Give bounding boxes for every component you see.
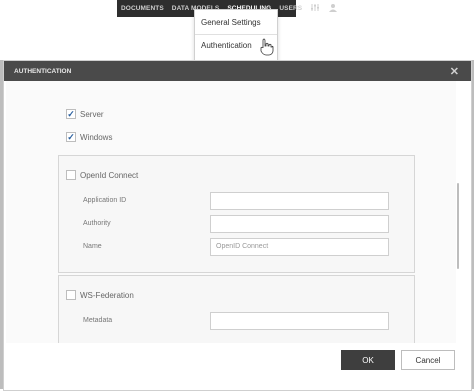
- ws-federation-label: WS-Federation: [80, 290, 134, 300]
- name-label: Name: [83, 243, 102, 250]
- authority-label: Authority: [83, 220, 111, 227]
- menu-divider: [195, 34, 277, 35]
- close-icon[interactable]: ✕: [450, 65, 459, 78]
- openid-connect-label: OpenId Connect: [80, 170, 139, 180]
- application-id-label: Application ID: [83, 197, 127, 204]
- dialog-header: AUTHENTICATION ✕: [4, 61, 471, 81]
- cancel-button[interactable]: Cancel: [401, 350, 455, 370]
- ws-federation-panel: WS-Federation Metadata: [58, 275, 415, 343]
- authority-input[interactable]: [210, 215, 389, 233]
- nav-documents[interactable]: DOCUMENTS: [121, 5, 164, 12]
- dialog-body: ✓ Server ✓ Windows OpenId Connect Applic…: [6, 81, 456, 343]
- dialog-title: AUTHENTICATION: [14, 68, 72, 75]
- metadata-input[interactable]: [210, 312, 389, 330]
- ok-button[interactable]: OK: [341, 350, 395, 370]
- server-checkbox[interactable]: ✓: [66, 109, 76, 119]
- windows-checkbox[interactable]: ✓: [66, 132, 76, 142]
- name-input[interactable]: OpenID Connect: [210, 238, 389, 256]
- server-option[interactable]: ✓ Server: [66, 109, 104, 119]
- check-icon: ✓: [67, 108, 75, 119]
- ws-federation-checkbox[interactable]: [66, 290, 76, 300]
- application-id-input[interactable]: [210, 192, 389, 210]
- openid-connect-panel: OpenId Connect Application ID Authority …: [58, 155, 415, 273]
- openid-connect-checkbox[interactable]: [66, 170, 76, 180]
- openid-connect-option[interactable]: OpenId Connect: [66, 170, 138, 180]
- user-icon[interactable]: [328, 3, 338, 14]
- ws-federation-option[interactable]: WS-Federation: [66, 290, 134, 300]
- server-label: Server: [80, 109, 104, 119]
- metadata-label: Metadata: [83, 317, 113, 324]
- menu-item-general-settings[interactable]: General Settings: [201, 18, 261, 27]
- windows-option[interactable]: ✓ Windows: [66, 132, 112, 142]
- check-icon: ✓: [67, 131, 75, 142]
- sliders-icon[interactable]: [310, 3, 320, 14]
- windows-label: Windows: [80, 132, 113, 142]
- dialog-scrollbar[interactable]: [457, 183, 459, 269]
- authentication-dialog: AUTHENTICATION ✕ ✓ Server ✓ Windows Open…: [3, 60, 472, 391]
- nav-users[interactable]: USERS: [279, 5, 302, 12]
- hand-cursor-icon: [260, 38, 274, 56]
- menu-item-authentication[interactable]: Authentication: [201, 41, 252, 50]
